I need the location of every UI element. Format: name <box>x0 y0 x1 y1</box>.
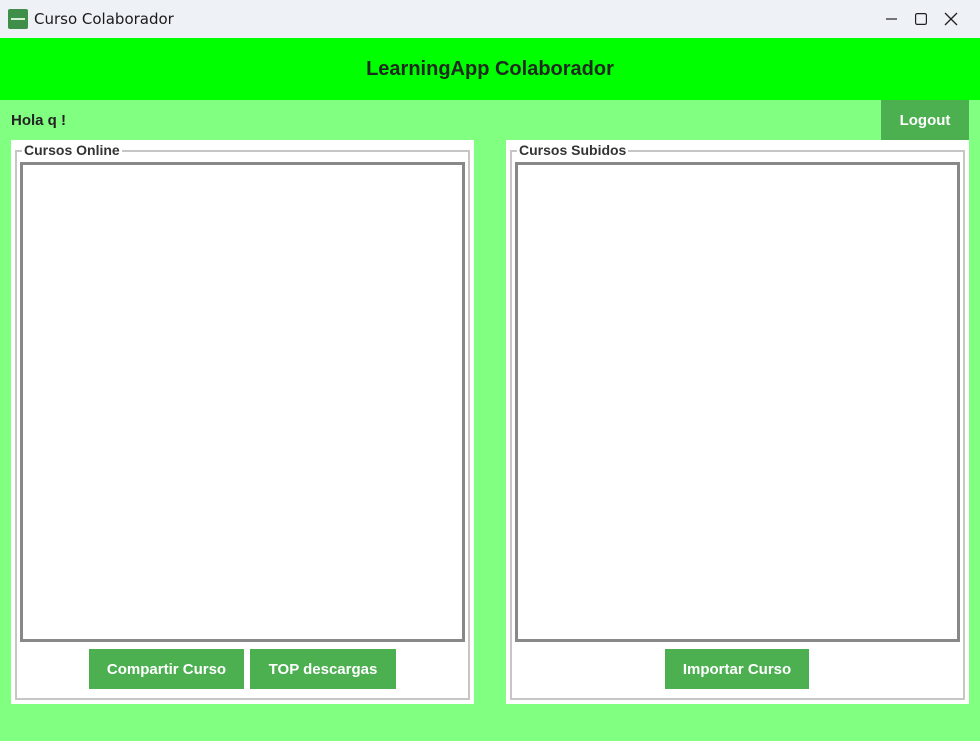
import-course-button[interactable]: Importar Curso <box>665 649 809 689</box>
online-courses-list[interactable] <box>20 162 465 642</box>
share-course-button[interactable]: Compartir Curso <box>89 649 244 689</box>
window-title: Curso Colaborador <box>34 10 174 28</box>
app-header: LearningApp Colaborador <box>0 38 980 100</box>
uploaded-courses-list[interactable] <box>515 162 960 642</box>
uploaded-courses-label: Cursos Subidos <box>517 142 629 158</box>
close-button[interactable] <box>922 0 980 38</box>
online-courses-panel: Cursos Online Compartir Curso TOP descar… <box>11 140 474 704</box>
app-icon <box>8 9 28 29</box>
uploaded-courses-panel: Cursos Subidos Importar Curso <box>506 140 969 704</box>
title-bar: Curso Colaborador <box>0 0 980 38</box>
close-icon <box>944 12 958 26</box>
user-greeting: Hola q ! <box>11 112 66 129</box>
online-courses-label: Cursos Online <box>22 142 122 158</box>
page-title: LearningApp Colaborador <box>366 57 614 80</box>
logout-button[interactable]: Logout <box>881 100 969 140</box>
top-downloads-button[interactable]: TOP descargas <box>250 649 396 689</box>
